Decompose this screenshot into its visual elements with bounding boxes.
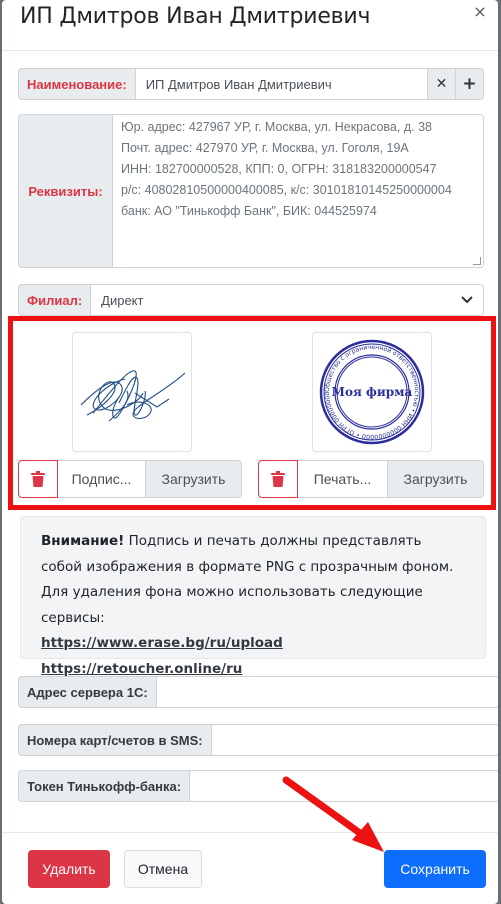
chevron-down-icon xyxy=(461,293,473,307)
link-erase-bg[interactable]: https://www.erase.bg/ru/upload xyxy=(41,631,465,657)
signature-file-label[interactable]: Подпис... xyxy=(58,460,146,498)
token-input-group: Токен Тинькофф-банка: xyxy=(18,770,498,802)
add-name-button[interactable]: + xyxy=(456,68,484,100)
token-label: Токен Тинькофф-банка: xyxy=(18,770,190,802)
stamp-file-label[interactable]: Печать... xyxy=(298,460,388,498)
name-input-group: Наименование: ИП Дмитров Иван Дмитриевич… xyxy=(18,68,484,100)
branch-selected-value: Директ xyxy=(101,292,144,308)
server-input-group: Адрес сервера 1С: xyxy=(18,676,498,708)
footer-divider xyxy=(2,832,498,833)
clear-name-button[interactable]: ✕ xyxy=(428,68,456,100)
cards-input[interactable] xyxy=(210,724,498,756)
upload-stamp-button[interactable]: Загрузить xyxy=(388,460,484,498)
stamp-upload-group: Печать... Загрузить xyxy=(258,460,484,498)
requisites-wrapper xyxy=(112,114,484,268)
header-divider xyxy=(2,50,498,51)
name-input[interactable]: ИП Дмитров Иван Дмитриевич xyxy=(134,68,428,100)
name-label: Наименование: xyxy=(18,68,135,100)
trash-icon xyxy=(31,471,45,487)
cards-label: Номера карт/счетов в SMS: xyxy=(18,724,211,756)
signature-preview xyxy=(72,332,192,452)
modal-title: ИП Дмитров Иван Дмитриевич xyxy=(20,4,371,29)
close-icon: ✕ xyxy=(435,76,448,92)
cards-input-group: Номера карт/счетов в SMS: xyxy=(18,724,498,756)
signature-image xyxy=(80,370,186,422)
notice-bold: Внимание! xyxy=(41,533,125,549)
branch-input-group: Филиал: Директ xyxy=(18,284,484,316)
stamp-preview: Общество с ограниченной ответственностью… xyxy=(311,327,432,452)
branch-label: Филиал: xyxy=(18,284,91,316)
notice-alert: Внимание! Подпись и печать должны предст… xyxy=(20,516,486,677)
notice-text: Внимание! Подпись и печать должны предст… xyxy=(41,529,465,631)
server-label: Адрес сервера 1С: xyxy=(18,676,156,708)
stamp-image: Общество с ограниченной ответственностью… xyxy=(311,327,425,445)
requisites-input-group: Реквизиты: xyxy=(18,114,484,268)
cancel-button[interactable]: Отмена xyxy=(124,850,202,888)
modal-dialog: ИП Дмитров Иван Дмитриевич × Наименовани… xyxy=(2,0,498,904)
delete-signature-button[interactable] xyxy=(18,460,58,498)
token-input[interactable] xyxy=(189,770,498,802)
close-icon[interactable]: × xyxy=(470,2,490,22)
delete-stamp-button[interactable] xyxy=(258,460,298,498)
branch-select[interactable]: Директ xyxy=(90,284,484,316)
upload-signature-button[interactable]: Загрузить xyxy=(146,460,242,498)
trash-icon xyxy=(271,471,285,487)
stamp-center-text: Моя фирма xyxy=(332,385,413,399)
requisites-label: Реквизиты: xyxy=(18,114,112,268)
plus-icon: + xyxy=(462,74,477,94)
resize-handle[interactable] xyxy=(473,257,481,265)
delete-button[interactable]: Удалить xyxy=(28,850,110,888)
signature-upload-group: Подпис... Загрузить xyxy=(18,460,242,498)
server-input[interactable] xyxy=(155,676,498,708)
requisites-textarea[interactable] xyxy=(112,114,484,268)
save-button[interactable]: Сохранить xyxy=(384,850,486,888)
